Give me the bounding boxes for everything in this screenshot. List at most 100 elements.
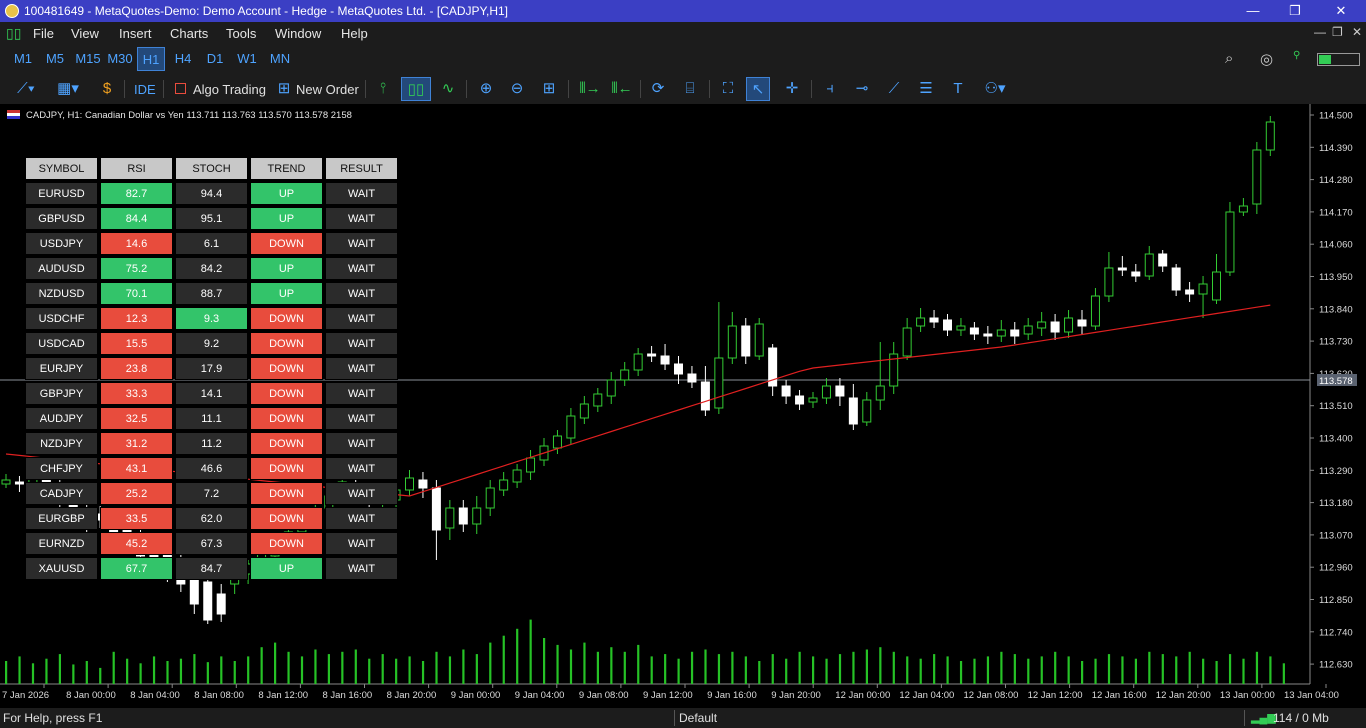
menu-charts[interactable]: Charts: [170, 26, 208, 41]
menu-file[interactable]: File: [33, 26, 54, 41]
menu-tools[interactable]: Tools: [226, 26, 256, 41]
text-tool-icon[interactable]: T: [946, 77, 970, 101]
account-icon[interactable]: ◎: [1260, 50, 1273, 68]
dashboard-cell-result: WAIT: [325, 432, 398, 455]
candle-body: [687, 373, 697, 383]
dashboard-cell-rsi: 75.2: [100, 257, 173, 280]
candle-body: [1158, 253, 1168, 267]
zoom-in-icon[interactable]: ⊕: [474, 77, 498, 101]
crosshair-icon[interactable]: ✛: [780, 77, 804, 101]
price-tick-label: 113.840: [1319, 304, 1353, 315]
volume-bar: [287, 651, 290, 684]
price-tick-label: 113.290: [1319, 466, 1353, 477]
tile-windows-icon[interactable]: ⊞: [537, 77, 561, 101]
menu-window[interactable]: Window: [275, 26, 321, 41]
volume-bar: [879, 647, 882, 684]
dashboard-cell-rsi: 15.5: [100, 332, 173, 355]
new-order-button[interactable]: New Order: [296, 82, 359, 97]
candle-body: [1265, 121, 1275, 151]
candle-body: [458, 507, 468, 525]
volume-bar: [1013, 654, 1016, 684]
menu-view[interactable]: View: [71, 26, 99, 41]
dashboard-cell-trend: DOWN: [250, 432, 323, 455]
algo-trading-stop-icon[interactable]: [175, 83, 186, 94]
volume-bar: [1040, 656, 1043, 684]
volume-bar: [744, 656, 747, 684]
screenshot-icon[interactable]: ⌸: [678, 77, 702, 101]
chart-shift-icon[interactable]: ⫴←: [608, 77, 636, 101]
chart-type-dropdown-icon[interactable]: ⟋▾: [8, 77, 44, 101]
dashboard-cell-symbol: USDCAD: [25, 332, 98, 355]
dashboard-row: XAUUSD 67.7 84.7 UP WAIT: [25, 557, 398, 580]
maximize-button[interactable]: ❐: [1280, 2, 1310, 20]
signal-level-icon[interactable]: ⚲: [1293, 50, 1300, 61]
candlestick-chart-icon[interactable]: ▯▯: [401, 77, 431, 101]
tf-d1-button[interactable]: D1: [202, 47, 228, 71]
candle-body: [1117, 267, 1127, 271]
dashboard-row: GBPJPY 33.3 14.1 DOWN WAIT: [25, 382, 398, 405]
tf-m15-button[interactable]: M15: [72, 47, 104, 71]
algo-trading-button[interactable]: Algo Trading: [193, 82, 266, 97]
line-chart-icon[interactable]: ∿: [436, 77, 460, 101]
candle-body: [1023, 325, 1033, 335]
chart-window[interactable]: 114.500 114.390 114.280 114.170 114.060 113.9…: [0, 104, 1366, 708]
volume-bar: [1027, 658, 1030, 684]
dashboard-cell-rsi: 31.2: [100, 432, 173, 455]
dashboard-cell-trend: DOWN: [250, 407, 323, 430]
metatrader-logo-icon: [5, 4, 19, 18]
candle-body: [526, 457, 536, 473]
time-tick-label: 8 Jan 16:00: [323, 690, 373, 701]
crop-rectangle-icon[interactable]: ⛶: [716, 77, 740, 101]
tf-m30-button[interactable]: M30: [104, 47, 136, 71]
volume-bar: [664, 654, 667, 684]
ide-button[interactable]: IDE: [134, 82, 156, 97]
volume-bar: [489, 642, 492, 684]
battery-level-icon: [1317, 53, 1360, 66]
volume-bar: [247, 656, 250, 684]
horizontal-line-icon[interactable]: ⊸: [850, 77, 874, 101]
tf-m5-button[interactable]: M5: [42, 47, 68, 71]
candle-body: [418, 479, 428, 489]
tf-h1-button[interactable]: H1: [137, 47, 165, 71]
mdi-close-button[interactable]: ✕: [1352, 25, 1362, 39]
tf-w1-button[interactable]: W1: [234, 47, 260, 71]
dashboard-cell-stoch: 67.3: [175, 532, 248, 555]
dashboard-row: EURNZD 45.2 67.3 DOWN WAIT: [25, 532, 398, 555]
close-button[interactable]: ✕: [1326, 2, 1356, 20]
chart-window-icon[interactable]: ▯▯: [6, 25, 21, 42]
zoom-out-icon[interactable]: ⊖: [505, 77, 529, 101]
volume-bar: [1269, 656, 1272, 684]
shapes-dropdown-icon[interactable]: ⚇▾: [978, 77, 1012, 101]
indicators-icon[interactable]: ⟳: [646, 77, 670, 101]
dashboard-cell-symbol: NZDUSD: [25, 282, 98, 305]
volume-bar: [31, 663, 35, 684]
search-icon[interactable]: ⌕: [1225, 50, 1233, 67]
trendline-icon[interactable]: ⟋: [882, 77, 906, 101]
candle-body: [862, 399, 872, 423]
menu-insert[interactable]: Insert: [119, 26, 152, 41]
mdi-minimize-button[interactable]: —: [1314, 25, 1326, 39]
new-order-plus-icon[interactable]: ⊞: [272, 77, 296, 101]
cursor-icon[interactable]: ↖: [746, 77, 770, 101]
time-tick-label: 9 Jan 04:00: [515, 690, 565, 701]
candle-body: [1225, 211, 1235, 273]
dashboard-cell-result: WAIT: [325, 532, 398, 555]
templates-dropdown-icon[interactable]: ▦▾: [50, 77, 86, 101]
tf-m1-button[interactable]: M1: [10, 47, 36, 71]
tf-h4-button[interactable]: H4: [170, 47, 196, 71]
channel-icon[interactable]: ☰: [914, 77, 938, 101]
volume-bar: [677, 658, 680, 684]
price-tick-label: 112.850: [1319, 595, 1353, 606]
bar-chart-icon[interactable]: ⫯: [371, 77, 395, 101]
dashboard-row: EURUSD 82.7 94.4 UP WAIT: [25, 182, 398, 205]
mdi-restore-button[interactable]: ❐: [1332, 25, 1343, 39]
vertical-line-icon[interactable]: ⫞: [818, 77, 842, 101]
menu-help[interactable]: Help: [341, 26, 368, 41]
minimize-button[interactable]: —: [1238, 2, 1268, 20]
volume-bar: [408, 656, 411, 684]
dashboard-cell-result: WAIT: [325, 307, 398, 330]
dollar-icon[interactable]: $: [95, 77, 119, 101]
autoscroll-icon[interactable]: ⫴→: [576, 77, 604, 101]
volume-bar: [18, 656, 21, 684]
tf-mn-button[interactable]: MN: [266, 47, 294, 71]
